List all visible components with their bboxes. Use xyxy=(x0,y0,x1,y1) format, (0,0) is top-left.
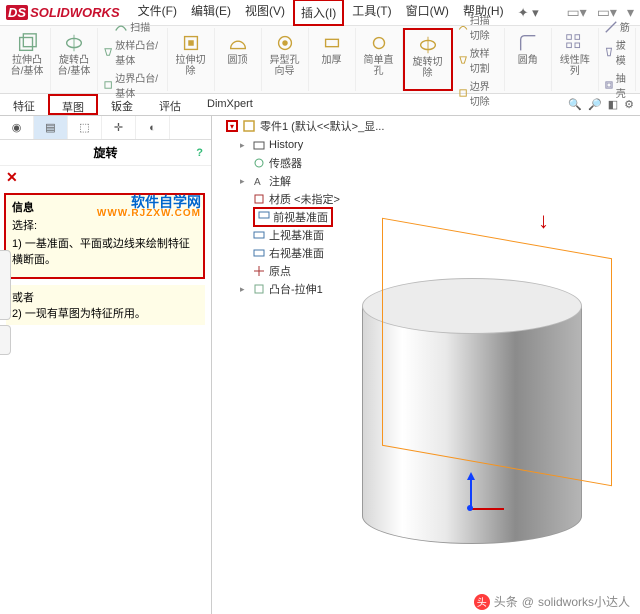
tab-sketch[interactable]: 草图 xyxy=(48,94,98,115)
main-menu: 文件(F) 编辑(E) 视图(V) 插入(I) 工具(T) 窗口(W) 帮助(H… xyxy=(132,0,510,26)
tab-sheetmetal[interactable]: 钣金 xyxy=(98,94,146,115)
command-tabs: 特征 草图 钣金 评估 DimXpert 🔍 🔎 ◧ ⚙ xyxy=(0,94,640,116)
panel-tabs: ◉ ▤ ⬚ ✛ ◐ xyxy=(0,116,211,140)
info-box: 软件自学网 WWW.RJZXW.COM 信息 选择: 1) 一基准面、平面或边线… xyxy=(4,193,205,279)
side-flyout-tab-2[interactable] xyxy=(0,325,11,355)
tab-evaluate[interactable]: 评估 xyxy=(146,94,194,115)
extrude-icon xyxy=(253,283,265,295)
menu-edit[interactable]: 编辑(E) xyxy=(185,0,237,26)
rib-button[interactable]: 筋 xyxy=(602,18,632,35)
plane-icon xyxy=(253,229,265,241)
model-cylinder xyxy=(342,266,602,576)
part-icon xyxy=(242,119,256,133)
part-name: 零件1 (默认<<默认>_显... xyxy=(260,118,384,134)
origin-icon xyxy=(253,265,265,277)
info-select-label: 选择: xyxy=(12,217,197,233)
side-flyout-tab[interactable] xyxy=(0,250,11,320)
flyout-tree-header[interactable]: ▾ 零件1 (默认<<默认>_显... xyxy=(226,118,384,134)
zoom-icon[interactable]: 🔎 xyxy=(588,98,602,111)
revolve-cut-button[interactable]: 旋转切 除 xyxy=(408,32,448,81)
tab-feature[interactable]: 特征 xyxy=(0,94,48,115)
annotation-icon: A xyxy=(253,175,265,187)
property-manager: ◉ ▤ ⬚ ✛ ◐ 旋转 ? ✕ 软件自学网 WWW.RJZXW.COM 信息 … xyxy=(0,116,212,614)
watermark: 软件自学网 WWW.RJZXW.COM xyxy=(97,195,201,219)
tree-right-plane[interactable]: 右视基准面 xyxy=(240,244,340,262)
revolve-boss-button[interactable]: 旋转凸 台/基体 xyxy=(54,30,94,79)
thicken-button[interactable]: 加厚 xyxy=(312,30,352,68)
info-or-box: 或者 2) 一现有草图为特征所用。 xyxy=(6,285,205,325)
selected-plane-outline xyxy=(382,218,612,487)
search-icon[interactable]: ✦ ▾ xyxy=(518,5,539,21)
tree-sensors[interactable]: 传感器 xyxy=(240,154,340,172)
view-orientation-icon[interactable]: 🔍 xyxy=(568,98,582,111)
panel-close-button[interactable]: ✕ xyxy=(0,166,211,189)
toutiao-icon: 头 xyxy=(474,594,490,610)
loft-cut-button[interactable]: 放样切割 xyxy=(456,44,501,76)
callout-arrow-icon: ↓ xyxy=(538,208,549,234)
attribution: 头 头条 @ solidworks小达人 xyxy=(474,593,630,610)
sweep-button[interactable]: 扫描 xyxy=(112,18,152,35)
simple-hole-button[interactable]: 简单直 孔 xyxy=(359,30,399,79)
new-doc-icon[interactable]: ▭▾ xyxy=(566,4,586,21)
panel-tab-feature-icon[interactable]: ◉ xyxy=(0,116,34,139)
tree-origin[interactable]: 原点 xyxy=(240,262,340,280)
menu-insert[interactable]: 插入(I) xyxy=(293,0,344,26)
extrude-cut-button[interactable]: 拉伸切 除 xyxy=(171,30,211,79)
sweep-cut-button[interactable]: 扫描切除 xyxy=(456,11,501,43)
sensor-icon xyxy=(253,157,265,169)
folder-icon xyxy=(253,139,265,151)
display-style-icon[interactable]: ◧ xyxy=(608,98,618,111)
settings-icon[interactable]: ⚙ xyxy=(624,98,634,111)
main-area: ◉ ▤ ⬚ ✛ ◐ 旋转 ? ✕ 软件自学网 WWW.RJZXW.COM 信息 … xyxy=(0,116,640,614)
panel-tab-appearance-icon[interactable]: ◐ xyxy=(136,116,170,139)
plane-icon xyxy=(258,209,270,221)
loft-button[interactable]: 放样凸台/基体 xyxy=(101,36,164,68)
menu-view[interactable]: 视图(V) xyxy=(239,0,291,26)
panel-help-icon[interactable]: ? xyxy=(196,147,203,159)
draft-button[interactable]: 拔模 xyxy=(602,36,632,68)
plane-icon xyxy=(253,247,265,259)
material-icon xyxy=(253,193,265,205)
panel-tab-property-icon[interactable]: ▤ xyxy=(34,116,68,139)
feature-tree: ▸History 传感器 ▸A注解 材质 <未指定> 前视基准面 上视基准面 右… xyxy=(240,136,340,298)
svg-text:A: A xyxy=(254,177,261,187)
info-option-1: 1) 一基准面、平面或边线来绘制特征横断面。 xyxy=(12,235,197,267)
extrude-boss-button[interactable]: 拉伸凸 台/基体 xyxy=(7,30,47,79)
flyout-dropdown-icon[interactable]: ▾ xyxy=(226,120,238,132)
fillet-button[interactable]: 圆角 xyxy=(508,30,548,68)
panel-title: 旋转 xyxy=(93,144,117,161)
panel-tab-dim-icon[interactable]: ✛ xyxy=(102,116,136,139)
info-or-label: 或者 xyxy=(12,289,199,305)
tree-annotations[interactable]: ▸A注解 xyxy=(240,172,340,190)
info-option-2: 2) 一现有草图为特征所用。 xyxy=(12,305,199,321)
dome-button[interactable]: 圆顶 xyxy=(218,30,258,68)
tab-dimxpert[interactable]: DimXpert xyxy=(194,94,266,115)
title-bar: DSSOLIDWORKS 文件(F) 编辑(E) 视图(V) 插入(I) 工具(… xyxy=(0,0,640,26)
panel-tab-config-icon[interactable]: ⬚ xyxy=(68,116,102,139)
menu-window[interactable]: 窗口(W) xyxy=(400,0,455,26)
panel-header: 旋转 ? xyxy=(0,140,211,166)
app-logo: DSSOLIDWORKS xyxy=(6,5,120,20)
graphics-viewport[interactable]: ▾ 零件1 (默认<<默认>_显... ▸History 传感器 ▸A注解 材质… xyxy=(212,116,640,614)
ribbon: 拉伸凸 台/基体 旋转凸 台/基体 扫描 放样凸台/基体 边界凸台/基体 拉伸切… xyxy=(0,26,640,94)
tree-history[interactable]: ▸History xyxy=(240,136,340,154)
hole-wizard-button[interactable]: 异型孔 向导 xyxy=(265,30,305,79)
linear-pattern-button[interactable]: 线性阵 列 xyxy=(555,30,595,79)
menu-tools[interactable]: 工具(T) xyxy=(346,0,397,26)
tree-top-plane[interactable]: 上视基准面 xyxy=(240,226,340,244)
tree-boss-extrude[interactable]: ▸凸台-拉伸1 xyxy=(240,280,340,298)
tree-material[interactable]: 材质 <未指定> xyxy=(240,190,340,208)
tree-front-plane[interactable]: 前视基准面 xyxy=(240,208,340,226)
